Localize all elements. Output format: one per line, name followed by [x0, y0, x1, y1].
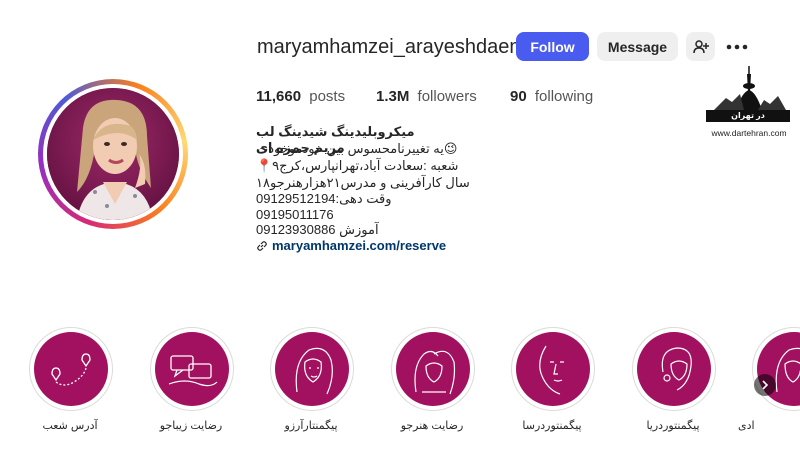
- women-group-icon: [414, 350, 456, 395]
- more-dots-icon: [726, 44, 748, 50]
- avatar[interactable]: [47, 88, 179, 220]
- more-options-button[interactable]: [722, 33, 752, 61]
- message-button[interactable]: Message: [597, 32, 678, 61]
- suggested-users-button[interactable]: [686, 32, 715, 61]
- highlights-next-button[interactable]: [754, 374, 776, 396]
- highlight-label: پیگمنتوردرسا: [522, 420, 582, 432]
- bio-link-text: maryamhamzei.com/reserve: [272, 238, 447, 253]
- highlight-item[interactable]: [270, 327, 354, 411]
- watermark-url: www.dartehran.com: [711, 128, 787, 138]
- highlight-item[interactable]: [150, 327, 234, 411]
- bio-line: یه تغییرنامحسوس بین خودموخودت😉: [256, 141, 458, 156]
- bio-line: 09123930886 آموزش: [256, 222, 379, 237]
- followers-count: 1.3M: [376, 88, 410, 105]
- woman-profile-icon: [661, 347, 692, 391]
- highlight-label: پیگمنتارآرزو: [284, 420, 338, 432]
- highlight-item[interactable]: [29, 327, 113, 411]
- link-icon: [257, 240, 267, 251]
- followers-stat[interactable]: 1.3M followers: [376, 88, 477, 105]
- avatar-border: [43, 84, 183, 224]
- followers-label: followers: [417, 88, 477, 105]
- woman-face-icon: [295, 347, 333, 395]
- highlight-item[interactable]: [511, 327, 595, 411]
- highlight-label: رضایت هنرجو: [400, 420, 464, 432]
- bio-line: وقت دهی:09129512194: [256, 191, 392, 206]
- milad-tower-logo-icon: [714, 66, 786, 110]
- highlight-label: پیگمنتوردریا: [646, 420, 700, 432]
- highlight-label: آدرس شعب: [42, 420, 98, 432]
- profile-username: maryamhamzei_arayeshdaem: [257, 36, 527, 58]
- posts-label: posts: [309, 88, 346, 105]
- posts-stat: 11,660 posts: [256, 88, 345, 105]
- follow-button[interactable]: Follow: [516, 32, 589, 61]
- following-label: following: [534, 88, 594, 105]
- face-lineart-icon: [539, 345, 564, 395]
- posts-count: 11,660: [256, 88, 302, 105]
- avatar-portrait-icon: [47, 88, 179, 220]
- map-route-icon: [51, 353, 91, 386]
- highlight-item[interactable]: [391, 327, 475, 411]
- highlight-item[interactable]: [752, 327, 800, 411]
- bio-line: ۱۸سال کارآفرینی و مدرس۲۱هزارهنرجو: [256, 175, 470, 190]
- bio-line: 09195011176: [256, 207, 334, 222]
- highlight-label: ادی: [738, 420, 755, 432]
- following-count: 90: [510, 88, 527, 105]
- add-person-icon: [692, 39, 709, 53]
- chevron-right-icon: [762, 380, 769, 390]
- profile-avatar-ring[interactable]: [38, 79, 188, 229]
- highlight-label: رضایت زیباجو: [159, 420, 223, 432]
- bio-line: 📍۹شعبه :سعادت آباد،تهرانپارس،کرج: [256, 158, 459, 173]
- highlight-item[interactable]: [632, 327, 716, 411]
- following-stat[interactable]: 90 following: [510, 88, 593, 105]
- watermark-brand: در تهران: [706, 110, 790, 122]
- bio-link[interactable]: maryamhamzei.com/reserve: [256, 238, 446, 253]
- chat-bubbles-icon: [168, 355, 218, 387]
- watermark: در تهران www.dartehran.com: [706, 64, 792, 144]
